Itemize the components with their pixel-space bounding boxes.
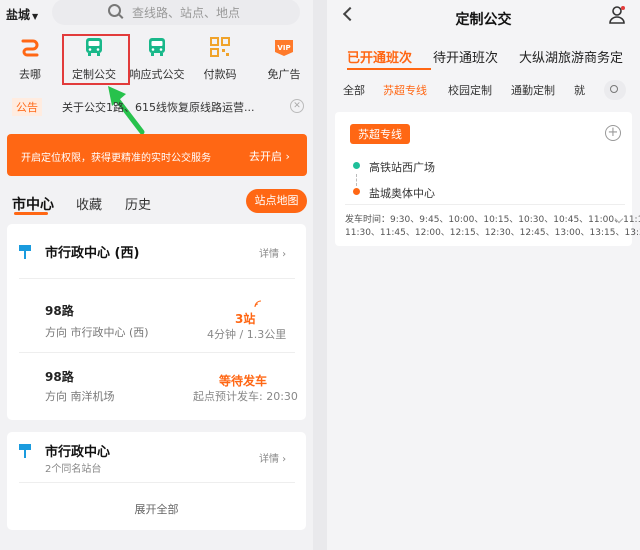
station-card[interactable]: 市行政中心 (西) 详情 › 98路 方向 市行政中心 (西) 3站 4分钟 /…	[7, 224, 306, 420]
home-screen: 盐城▼ 查线路、站点、地点 去哪 定制公交 响应式公交 付款码 VIP 免广告	[0, 0, 313, 550]
start-dot-icon	[353, 162, 360, 169]
bus-stop-icon	[19, 444, 31, 458]
quick-item-pay-code[interactable]: 付款码	[190, 34, 250, 82]
station-name: 市行政中心	[45, 445, 111, 460]
banner-text: 开启定位权限，获得更精准的实时公交服务	[21, 153, 211, 164]
tab-favorites[interactable]: 收藏	[76, 194, 102, 213]
quick-menu: 去哪 定制公交 响应式公交 付款码 VIP 免广告	[0, 34, 313, 88]
station-card[interactable]: 市行政中心 2个同名站台 详情 › 展开全部	[7, 432, 306, 530]
quick-item-label: 免广告	[267, 68, 301, 81]
plus-icon[interactable]: +	[605, 125, 621, 141]
header: 定制公交	[327, 0, 640, 40]
route-eta: 3站	[235, 312, 256, 326]
highlight-box	[62, 34, 130, 85]
departure-times: 11:30、11:45、12:00、12:15、12:30、12:45、13:0…	[345, 228, 640, 238]
search-icon	[610, 85, 618, 93]
quick-item-where[interactable]: 去哪	[0, 34, 60, 82]
line-card[interactable]: 苏超专线 + 高铁站西广场 盐城奥体中心 发车时间：9:30、9:45、10:0…	[335, 112, 640, 246]
divider	[19, 352, 295, 353]
line-type-tabs: 全部 苏超专线 校园定制 通勤定制 就	[327, 76, 640, 104]
departure-times: 发车时间：9:30、9:45、10:00、10:15、10:30、10:45、1…	[345, 215, 640, 225]
subtab-suchao[interactable]: 苏超专线	[383, 82, 427, 98]
subtab-all[interactable]: 全部	[343, 82, 365, 98]
vip-icon: VIP	[275, 40, 293, 56]
search-placeholder: 查线路、站点、地点	[132, 6, 241, 20]
custom-bus-screen: 定制公交 已开通班次 待开通班次 大纵湖旅游商务定 全部 苏超专线 校园定制 通…	[327, 0, 640, 550]
realtime-signal-icon	[254, 300, 262, 308]
notice-bar[interactable]: 公告 关于公交1路、615线恢复原线路运营... ✕	[6, 96, 306, 118]
route-direction: 方向 市行政中心 (西)	[45, 326, 149, 339]
end-station: 盐城奥体中心	[369, 187, 435, 200]
subtab-campus[interactable]: 校园定制	[448, 82, 492, 98]
chevron-right-icon: ›	[285, 150, 290, 163]
tab-pending[interactable]: 待开通班次	[433, 47, 498, 66]
svg-text:VIP: VIP	[277, 44, 290, 52]
close-icon[interactable]: ✕	[290, 99, 304, 113]
quick-item-label: 响应式公交	[129, 68, 185, 81]
station-map-button[interactable]: 站点地图	[246, 189, 307, 213]
city-selector[interactable]: 盐城 ▼	[6, 6, 38, 23]
subtab-more[interactable]: 就	[574, 82, 585, 98]
detail-link[interactable]: 详情 ›	[259, 245, 286, 260]
top-bar: 盐城 ▼ 查线路、站点、地点	[0, 0, 313, 30]
notice-badge: 公告	[12, 98, 42, 116]
user-icon[interactable]	[609, 6, 625, 24]
route-eta: 等待发车	[219, 374, 268, 388]
route-name: 98路	[45, 370, 74, 384]
route-name: 98路	[45, 304, 74, 318]
qr-code-icon	[210, 37, 230, 57]
start-station: 高铁站西广场	[369, 161, 435, 174]
page-title: 定制公交	[455, 12, 512, 28]
route-connector	[356, 174, 357, 186]
quick-item-ad-free[interactable]: VIP 免广告	[254, 34, 313, 82]
tab-dazonghu[interactable]: 大纵湖旅游商务定	[519, 47, 623, 66]
subtab-commute[interactable]: 通勤定制	[511, 82, 555, 98]
detail-link[interactable]: 详情 ›	[259, 450, 286, 465]
tab-city-center[interactable]: 市中心	[12, 194, 54, 214]
end-dot-icon	[353, 188, 360, 195]
tab-opened[interactable]: 已开通班次	[347, 47, 412, 66]
divider	[19, 482, 295, 483]
divider	[19, 278, 295, 279]
quick-item-responsive-bus[interactable]: 响应式公交	[127, 34, 187, 82]
tab-underline	[14, 212, 48, 215]
line-badge: 苏超专线	[350, 124, 410, 144]
divider	[345, 204, 625, 205]
notice-text: 关于公交1路、615线恢复原线路运营...	[62, 101, 255, 114]
quick-item-label: 付款码	[203, 68, 237, 81]
quick-item-label: 去哪	[19, 68, 41, 81]
station-sub: 2个同名站台	[45, 464, 102, 475]
station-name: 市行政中心 (西)	[45, 246, 140, 261]
caret-down-icon: ▼	[32, 12, 39, 21]
route-direction: 方向 南洋机场	[45, 390, 115, 403]
banner-action[interactable]: 去开启 ›	[249, 148, 290, 164]
bus-stop-icon	[19, 245, 31, 259]
expand-all-button[interactable]: 展开全部	[7, 501, 306, 517]
search-input[interactable]: 查线路、站点、地点	[52, 0, 300, 25]
city-label: 盐城	[6, 8, 31, 22]
bus-icon	[149, 38, 165, 56]
search-icon	[108, 4, 121, 17]
route-eta-detail: 起点预计发车: 20:30	[193, 390, 298, 403]
route-icon	[21, 39, 39, 57]
route-category-tabs: 已开通班次 待开通班次 大纵湖旅游商务定	[327, 40, 640, 70]
tab-underline	[347, 68, 431, 70]
location-banner[interactable]: 开启定位权限，获得更精准的实时公交服务 去开启 ›	[7, 134, 307, 176]
tab-history[interactable]: 历史	[125, 194, 151, 213]
route-eta-detail: 4分钟 / 1.3公里	[207, 328, 287, 341]
search-button[interactable]	[604, 80, 626, 100]
